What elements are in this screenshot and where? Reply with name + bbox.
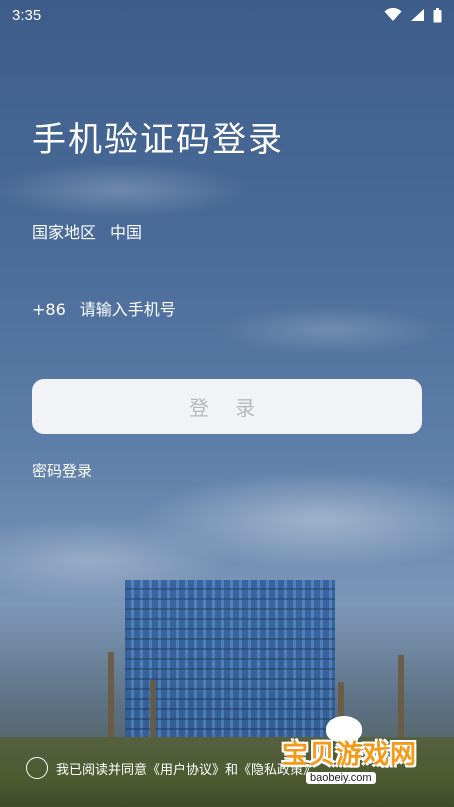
- status-time: 3:35: [12, 6, 42, 24]
- agreement-text[interactable]: 我已阅读并同意《用户协议》和《隐私政策》: [56, 759, 316, 778]
- signal-icon: [411, 9, 424, 21]
- region-label: 国家地区: [32, 223, 97, 242]
- region-value[interactable]: 中国: [110, 219, 142, 243]
- region-selector[interactable]: 国家地区 中国: [32, 219, 142, 243]
- watermark-url: baobeiy.com: [306, 772, 376, 784]
- password-login-link[interactable]: 密码登录: [32, 460, 92, 481]
- phone-field: +86: [32, 300, 380, 319]
- battery-icon: [433, 7, 442, 22]
- phone-input[interactable]: [79, 300, 380, 319]
- agreement-checkbox[interactable]: [26, 757, 48, 779]
- country-code[interactable]: +86: [32, 300, 66, 319]
- agreement-row: 我已阅读并同意《用户协议》和《隐私政策》: [26, 757, 316, 779]
- wifi-icon: [384, 8, 402, 21]
- watermark-title: 宝贝游戏网: [282, 740, 418, 770]
- page-title: 手机验证码登录: [32, 120, 284, 160]
- status-icons: [384, 7, 442, 23]
- watermark-logo: 宝贝游戏网 baobeiy.com: [282, 716, 422, 786]
- login-button[interactable]: 登 录: [32, 379, 422, 434]
- status-bar: 3:35: [0, 0, 454, 30]
